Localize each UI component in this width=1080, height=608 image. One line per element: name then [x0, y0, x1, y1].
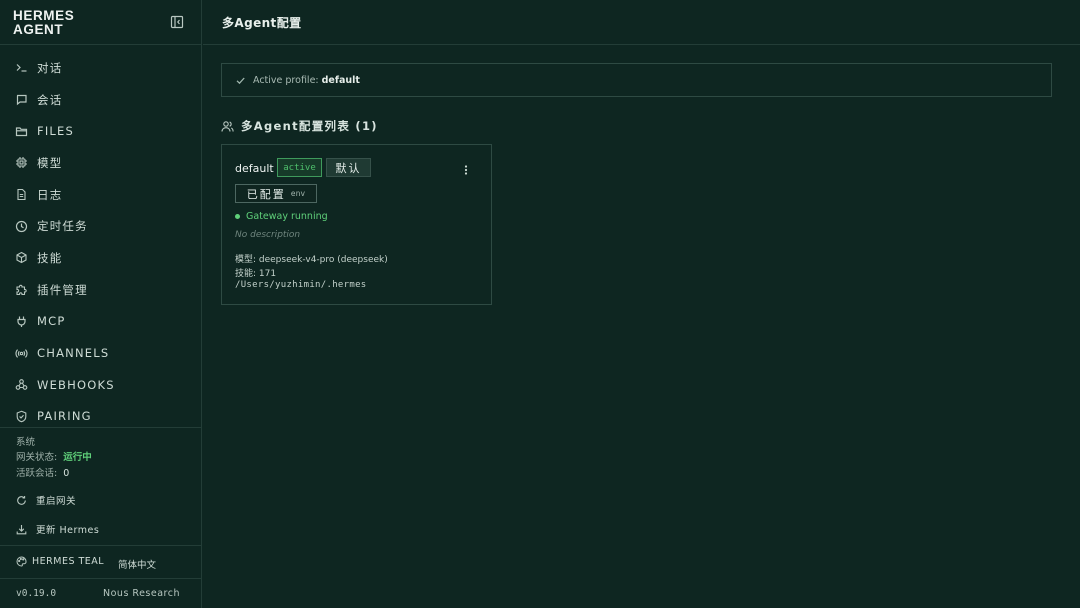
gateway-status-label: 网关状态:: [16, 452, 58, 463]
sidebar-item-label: 插件管理: [37, 282, 88, 297]
active-badge: active: [277, 158, 322, 177]
profile-model: 模型: deepseek-v4-pro (deepseek): [235, 255, 388, 265]
download-icon: [16, 524, 27, 535]
sidebar-collapse-icon[interactable]: [170, 15, 184, 29]
clock-icon: [15, 220, 28, 233]
profile-name: default: [235, 162, 274, 175]
org-link[interactable]: Nous Research: [103, 588, 180, 599]
plug-icon: [15, 315, 28, 328]
sidebar-item-logs[interactable]: 日志: [0, 179, 201, 211]
gateway-status-value: 运行中: [63, 452, 92, 463]
restart-gateway-button[interactable]: 重启网关: [16, 493, 76, 507]
sidebar-item-label: 定时任务: [37, 219, 88, 234]
puzzle-icon: [15, 283, 28, 296]
webhook-icon: [15, 378, 28, 391]
top-bar: 多Agent配置: [203, 0, 1080, 45]
language-switcher[interactable]: 简体中文: [118, 557, 156, 571]
message-icon: [15, 93, 28, 106]
refresh-icon: [16, 495, 27, 506]
theme-bar: HERMES TEAL 简体中文: [0, 545, 201, 579]
page-title: 多Agent配置: [222, 16, 302, 30]
chip-icon: [15, 156, 28, 169]
system-title: 系统: [16, 437, 36, 448]
users-icon: [221, 120, 234, 133]
default-badge: 默认: [326, 158, 371, 177]
sidebar-item-label: CHANNELS: [37, 346, 110, 361]
check-icon: [235, 75, 246, 86]
sidebar-item-mcp[interactable]: MCP: [0, 306, 201, 338]
configured-env: env: [290, 189, 306, 198]
active-sessions-row: 活跃会话: 0: [16, 465, 69, 479]
profile-card[interactable]: default active 默认 已配置 env Gateway running…: [221, 144, 492, 305]
sidebar-item-skills[interactable]: 技能: [0, 242, 201, 274]
active-profile-banner: Active profile: default: [221, 63, 1052, 97]
sidebar-item-label: 日志: [37, 187, 63, 202]
theme-switcher-button[interactable]: HERMES TEAL: [16, 556, 104, 567]
restart-gateway-label: 重启网关: [36, 496, 77, 507]
sidebar-item-label: 模型: [37, 155, 63, 170]
brand-line-2: AGENT: [13, 22, 64, 37]
sidebar-item-label: FILES: [37, 124, 74, 139]
terminal-icon: [15, 61, 28, 74]
sidebar-item-label: 技能: [37, 250, 63, 265]
sidebar-item-label: MCP: [37, 314, 66, 329]
gateway-status-text: Gateway running: [246, 211, 328, 222]
brand-line-1: HERMES: [13, 8, 75, 23]
update-hermes-label: 更新 Hermes: [36, 525, 100, 536]
sidebar-item-cron[interactable]: 定时任务: [0, 210, 201, 242]
more-options-icon[interactable]: [460, 164, 472, 176]
file-text-icon: [15, 188, 28, 201]
sidebar-item-label: 会话: [37, 92, 63, 107]
system-panel: 系统 网关状态: 运行中 活跃会话: 0 重启网关 更新 Hermes: [0, 427, 201, 545]
sidebar-nav: 对话 会话 FILES 模型 日志 定时任务 技能 插件管理 MCP CHANN…: [0, 52, 201, 432]
sidebar: HERMES AGENT 对话 会话 FILES 模型 日志 定时任务 技能 插…: [0, 0, 202, 608]
brand-header: HERMES AGENT: [0, 0, 201, 45]
broadcast-icon: [15, 347, 28, 360]
active-profile-text: Active profile: default: [253, 75, 360, 86]
sidebar-item-files[interactable]: FILES: [0, 115, 201, 147]
sidebar-item-label: WEBHOOKS: [37, 377, 115, 392]
profile-list-title: 多Agent配置列表 (1): [241, 119, 378, 133]
configured-label: 已配置: [246, 187, 286, 201]
palette-icon: [16, 556, 27, 567]
sidebar-item-label: 对话: [37, 60, 63, 75]
shield-icon: [15, 410, 28, 423]
profile-list-heading: 多Agent配置列表 (1): [221, 118, 378, 134]
profile-path: /Users/yuzhimin/.hermes: [235, 280, 367, 290]
profile-skills: 技能: 171: [235, 269, 277, 279]
update-hermes-button[interactable]: 更新 Hermes: [16, 522, 99, 536]
sidebar-item-channels[interactable]: CHANNELS: [0, 337, 201, 369]
sidebar-item-label: PAIRING: [37, 409, 92, 424]
status-dot-icon: [235, 214, 240, 219]
gateway-status-row: 网关状态: 运行中: [16, 449, 92, 463]
sidebar-item-models[interactable]: 模型: [0, 147, 201, 179]
active-sessions-label: 活跃会话:: [16, 468, 58, 479]
package-icon: [15, 251, 28, 264]
active-profile-value: default: [321, 75, 360, 86]
profile-description: No description: [235, 230, 301, 240]
sidebar-item-webhooks[interactable]: WEBHOOKS: [0, 369, 201, 401]
gateway-status: Gateway running: [235, 211, 328, 222]
active-sessions-value: 0: [63, 468, 70, 479]
sidebar-item-sessions[interactable]: 会话: [0, 84, 201, 116]
active-profile-label: Active profile:: [253, 75, 319, 86]
sidebar-item-plugins[interactable]: 插件管理: [0, 274, 201, 306]
theme-label: HERMES TEAL: [32, 556, 105, 567]
folder-icon: [15, 125, 28, 138]
brand-logo: HERMES AGENT: [13, 9, 103, 37]
version-label: v0.19.0: [16, 588, 57, 599]
sidebar-item-chat[interactable]: 对话: [0, 52, 201, 84]
configured-badge: 已配置 env: [235, 184, 317, 203]
